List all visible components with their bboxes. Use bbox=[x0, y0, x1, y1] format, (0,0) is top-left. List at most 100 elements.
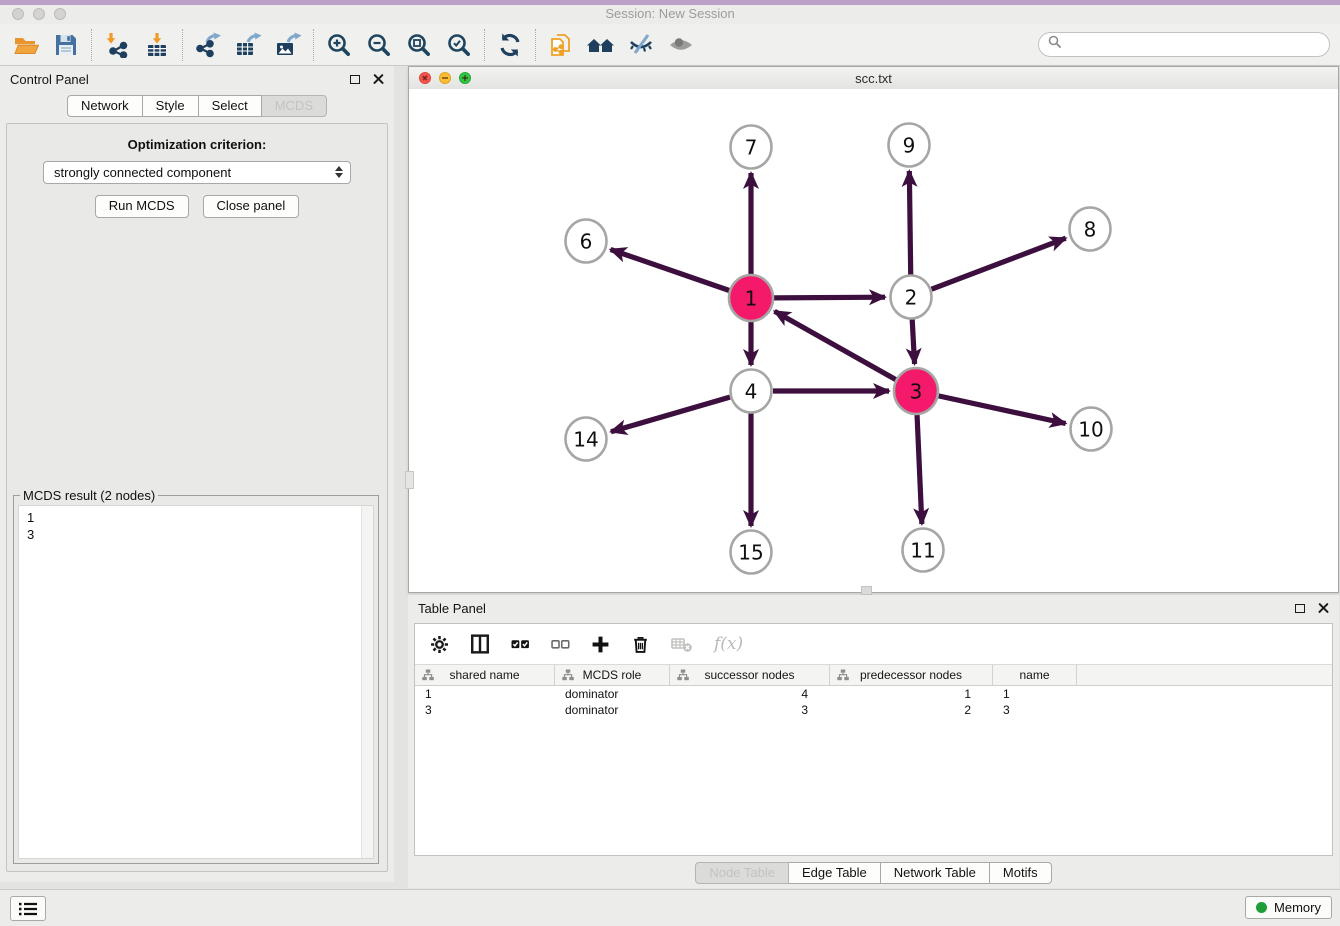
run-mcds-button[interactable]: Run MCDS bbox=[95, 195, 189, 218]
graph-edge-3-11[interactable] bbox=[917, 414, 922, 524]
delete-column-icon[interactable] bbox=[631, 635, 650, 654]
table-cell[interactable]: 3 bbox=[415, 702, 555, 718]
table-cell[interactable]: 1 bbox=[830, 686, 993, 702]
graph-edge-3-1[interactable] bbox=[775, 311, 896, 379]
float-table-panel-icon[interactable] bbox=[1295, 604, 1305, 613]
control-panel-tabs: NetworkStyleSelectMCDS bbox=[0, 95, 394, 117]
column-header-name[interactable]: name bbox=[993, 665, 1077, 685]
table-row[interactable]: 1dominator411 bbox=[415, 686, 1332, 702]
tab-edge-table[interactable]: Edge Table bbox=[789, 862, 881, 884]
graph-edge-1-2[interactable] bbox=[774, 297, 885, 298]
table-panel-title: Table Panel bbox=[418, 601, 1282, 616]
graph-node-9[interactable]: 9 bbox=[889, 124, 930, 167]
memory-status-icon bbox=[1256, 902, 1267, 913]
tab-motifs[interactable]: Motifs bbox=[990, 862, 1052, 884]
network-close-button[interactable] bbox=[419, 72, 431, 84]
select-all-columns-icon[interactable] bbox=[511, 635, 530, 654]
graph-node-4[interactable]: 4 bbox=[731, 370, 772, 413]
show-all-icon[interactable] bbox=[665, 29, 697, 61]
graph-node-10[interactable]: 10 bbox=[1071, 408, 1112, 451]
close-panel-icon[interactable] bbox=[373, 74, 384, 85]
criterion-select[interactable]: strongly connected component bbox=[43, 161, 351, 184]
zoom-out-icon[interactable] bbox=[363, 29, 395, 61]
graph-edge-4-14[interactable] bbox=[611, 397, 730, 432]
column-layout-icon[interactable] bbox=[470, 634, 490, 654]
network-canvas[interactable]: 7 9 6 8 1 2 4 3 14 10 15 11 bbox=[409, 89, 1338, 592]
settings-gear-icon[interactable] bbox=[430, 635, 449, 654]
toolbar-separator bbox=[313, 29, 314, 61]
table-cell[interactable]: dominator bbox=[555, 686, 670, 702]
export-table-icon[interactable] bbox=[232, 29, 264, 61]
close-panel-button[interactable]: Close panel bbox=[203, 195, 300, 218]
graph-node-11[interactable]: 11 bbox=[903, 529, 944, 572]
import-network-icon[interactable] bbox=[101, 29, 133, 61]
network-maximize-button[interactable] bbox=[459, 72, 471, 84]
svg-text:2: 2 bbox=[905, 286, 918, 310]
tab-node-table[interactable]: Node Table bbox=[695, 862, 789, 884]
graph-node-15[interactable]: 15 bbox=[731, 531, 772, 574]
float-panel-icon[interactable] bbox=[350, 75, 360, 84]
graph-node-3[interactable]: 3 bbox=[894, 368, 938, 414]
status-bar: Memory bbox=[0, 889, 1340, 926]
graph-node-8[interactable]: 8 bbox=[1070, 208, 1111, 251]
close-table-panel-icon[interactable] bbox=[1318, 603, 1329, 614]
graph-edge-2-3[interactable] bbox=[912, 319, 914, 364]
graph-node-14[interactable]: 14 bbox=[566, 418, 607, 461]
graph-edge-3-10[interactable] bbox=[938, 396, 1065, 424]
svg-text:8: 8 bbox=[1084, 218, 1097, 242]
column-header-predecessor-nodes[interactable]: predecessor nodes bbox=[830, 665, 993, 685]
svg-text:4: 4 bbox=[745, 380, 758, 404]
hide-selected-icon[interactable] bbox=[625, 29, 657, 61]
mcds-result-box[interactable]: 1 3 bbox=[18, 505, 374, 859]
result-scrollbar[interactable] bbox=[361, 506, 373, 858]
tab-network[interactable]: Network bbox=[67, 95, 143, 117]
graph-node-6[interactable]: 6 bbox=[566, 220, 607, 263]
svg-text:7: 7 bbox=[745, 136, 758, 160]
column-header-MCDS-role[interactable]: MCDS role bbox=[555, 665, 670, 685]
zoom-selected-icon[interactable] bbox=[443, 29, 475, 61]
graph-edge-1-6[interactable] bbox=[611, 249, 730, 290]
zoom-in-icon[interactable] bbox=[323, 29, 355, 61]
add-column-icon[interactable] bbox=[591, 635, 610, 654]
search-input[interactable] bbox=[1068, 36, 1320, 53]
unselect-all-columns-icon[interactable] bbox=[551, 635, 570, 654]
table-cell[interactable]: 1 bbox=[415, 686, 555, 702]
import-table-icon[interactable] bbox=[141, 29, 173, 61]
table-header-row: shared nameMCDS rolesuccessor nodesprede… bbox=[415, 664, 1332, 686]
network-minimize-button[interactable] bbox=[439, 72, 451, 84]
graph-node-2[interactable]: 2 bbox=[891, 276, 932, 319]
zoom-fit-icon[interactable] bbox=[403, 29, 435, 61]
search-field[interactable] bbox=[1038, 32, 1330, 57]
refresh-icon[interactable] bbox=[494, 29, 526, 61]
graph-edge-2-8[interactable] bbox=[932, 238, 1066, 289]
table-cell[interactable]: dominator bbox=[555, 702, 670, 718]
save-session-icon[interactable] bbox=[50, 29, 82, 61]
export-network-icon[interactable] bbox=[192, 29, 224, 61]
table-cell[interactable]: 4 bbox=[670, 686, 830, 702]
graph-edge-2-9[interactable] bbox=[909, 171, 910, 275]
memory-button[interactable]: Memory bbox=[1245, 896, 1332, 919]
splitter-handle-bottom[interactable] bbox=[861, 586, 872, 595]
column-header-shared-name[interactable]: shared name bbox=[415, 665, 555, 685]
function-builder-icon[interactable]: f(x) bbox=[714, 634, 743, 654]
table-cell[interactable]: 1 bbox=[993, 686, 1077, 702]
graph-node-7[interactable]: 7 bbox=[731, 126, 772, 169]
table-row[interactable]: 3dominator323 bbox=[415, 702, 1332, 718]
tab-select[interactable]: Select bbox=[199, 95, 262, 117]
duplicate-network-icon[interactable] bbox=[545, 29, 577, 61]
task-history-button[interactable] bbox=[10, 896, 46, 921]
export-image-icon[interactable] bbox=[272, 29, 304, 61]
tab-style[interactable]: Style bbox=[143, 95, 199, 117]
delete-table-icon[interactable] bbox=[671, 636, 693, 653]
svg-text:9: 9 bbox=[903, 134, 916, 158]
tab-mcds[interactable]: MCDS bbox=[262, 95, 327, 117]
open-session-icon[interactable] bbox=[10, 29, 42, 61]
tab-network-table[interactable]: Network Table bbox=[881, 862, 990, 884]
graph-node-1[interactable]: 1 bbox=[729, 275, 773, 321]
table-cell[interactable]: 3 bbox=[993, 702, 1077, 718]
column-header-successor-nodes[interactable]: successor nodes bbox=[670, 665, 830, 685]
table-cell[interactable]: 2 bbox=[830, 702, 993, 718]
splitter-handle-left[interactable] bbox=[405, 471, 414, 489]
home-icon[interactable] bbox=[585, 29, 617, 61]
table-cell[interactable]: 3 bbox=[670, 702, 830, 718]
